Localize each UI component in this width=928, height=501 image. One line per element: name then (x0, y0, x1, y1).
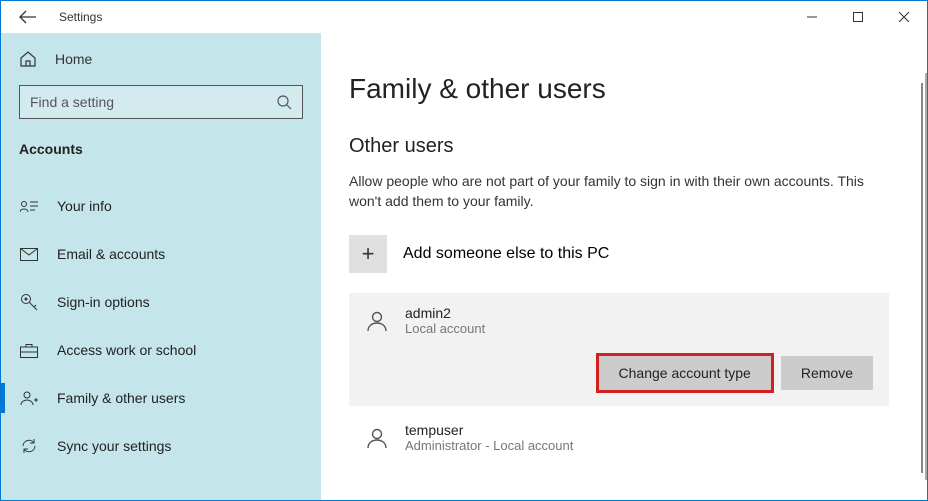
nav-label: Sync your settings (57, 438, 171, 454)
briefcase-icon (19, 343, 39, 358)
window-title: Settings (59, 10, 102, 24)
user-type: Administrator - Local account (405, 438, 573, 453)
home-icon (19, 51, 37, 67)
person-card-icon (19, 199, 39, 213)
person-icon (365, 309, 389, 333)
nav-label: Access work or school (57, 342, 196, 358)
nav-sync-settings[interactable]: Sync your settings (19, 425, 303, 467)
home-link[interactable]: Home (19, 51, 303, 67)
section-description: Allow people who are not part of your fa… (349, 172, 869, 211)
nav-your-info[interactable]: Your info (19, 185, 303, 227)
add-label: Add someone else to this PC (403, 245, 609, 263)
minimize-button[interactable] (789, 1, 835, 33)
nav-access-work-school[interactable]: Access work or school (19, 329, 303, 371)
nav-signin-options[interactable]: Sign-in options (19, 281, 303, 323)
titlebar: Settings (1, 1, 927, 33)
section-title: Other users (349, 135, 899, 158)
user-entry[interactable]: tempuser Administrator - Local account (349, 414, 889, 461)
page-title: Family & other users (349, 73, 899, 105)
nav-label: Email & accounts (57, 246, 165, 262)
add-someone-row[interactable]: + Add someone else to this PC (349, 235, 899, 273)
main-scrollbar[interactable] (921, 83, 923, 473)
main-content: Family & other users Other users Allow p… (321, 33, 927, 500)
change-account-type-button[interactable]: Change account type (599, 356, 771, 390)
mail-icon (19, 248, 39, 261)
user-name: admin2 (405, 305, 485, 321)
plus-icon: + (349, 235, 387, 273)
search-input[interactable] (30, 94, 276, 110)
maximize-button[interactable] (835, 1, 881, 33)
nav-label: Sign-in options (57, 294, 150, 310)
search-icon (276, 94, 292, 110)
back-arrow-icon[interactable] (19, 10, 37, 24)
remove-button[interactable]: Remove (781, 356, 873, 390)
close-button[interactable] (881, 1, 927, 33)
user-type: Local account (405, 321, 485, 336)
nav-family-other-users[interactable]: Family & other users (19, 377, 303, 419)
nav-email-accounts[interactable]: Email & accounts (19, 233, 303, 275)
user-entry-selected[interactable]: admin2 Local account Change account type… (349, 293, 889, 406)
nav-label: Your info (57, 198, 112, 214)
person-icon (365, 426, 389, 450)
home-label: Home (55, 51, 92, 67)
user-name: tempuser (405, 422, 573, 438)
sidebar: Home Accounts Your info Email & accounts… (1, 33, 321, 500)
key-icon (19, 293, 39, 311)
people-plus-icon (19, 390, 39, 406)
sync-icon (19, 437, 39, 455)
sidebar-section-head: Accounts (19, 141, 303, 157)
nav-label: Family & other users (57, 390, 185, 406)
search-box[interactable] (19, 85, 303, 119)
